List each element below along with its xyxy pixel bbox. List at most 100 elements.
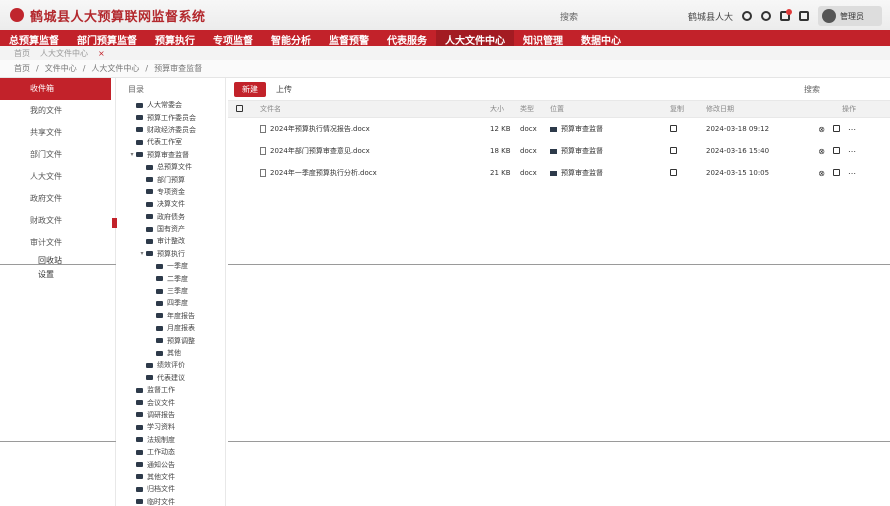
nav-item[interactable]: 数据中心 — [572, 30, 630, 47]
edit-icon[interactable] — [833, 146, 840, 154]
tree-node[interactable]: 月度报表 — [118, 322, 225, 334]
tree-node[interactable]: 其他 — [118, 347, 225, 359]
file-location-cell[interactable]: 预算审查监督 — [550, 168, 670, 178]
table-row[interactable]: 2024年一季度预算执行分析.docx 21 KB docx 预算审查监督 2024-0… — [228, 162, 890, 184]
notification-icon[interactable] — [780, 9, 792, 21]
more-icon[interactable]: ⋯ — [848, 147, 856, 156]
tree-node[interactable]: 审计整改 — [118, 235, 225, 247]
sidebar-item[interactable]: 部门文件 — [0, 144, 115, 166]
tree-node[interactable]: ▾ 预算审查监督 — [118, 149, 225, 161]
file-name-cell[interactable]: 2024年一季度预算执行分析.docx — [250, 168, 490, 178]
close-icon[interactable]: × — [98, 49, 105, 58]
nav-item[interactable]: 智能分析 — [262, 30, 320, 47]
tab-file-center[interactable]: 人大文件中心 — [40, 48, 88, 59]
settings-icon[interactable] — [761, 11, 771, 21]
col-date[interactable]: 修改日期 — [706, 104, 806, 114]
sidebar-item[interactable]: 我的文件 — [0, 100, 115, 122]
breadcrumb-item[interactable]: 首页 — [14, 63, 30, 74]
tree-node[interactable]: 四季度 — [118, 297, 225, 309]
file-location-cell[interactable]: 预算审查监督 — [550, 124, 670, 134]
tree-node[interactable]: 工作动态 — [118, 446, 225, 458]
file-location-cell[interactable]: 预算审查监督 — [550, 146, 670, 156]
file-name[interactable]: 2024年一季度预算执行分析.docx — [270, 169, 377, 177]
user-menu[interactable]: 管理员 — [818, 6, 882, 26]
tree-node[interactable]: 代表建议 — [118, 372, 225, 384]
file-name[interactable]: 2024年部门预算审查意见.docx — [270, 147, 370, 155]
tab-home[interactable]: 首页 — [14, 48, 30, 59]
nav-item[interactable]: 监督预警 — [320, 30, 378, 47]
tree-node[interactable]: 部门预算 — [118, 173, 225, 185]
tree-node[interactable]: 其他文件 — [118, 471, 225, 483]
chevron-down-icon[interactable]: ▾ — [128, 151, 136, 158]
sidebar-subitem[interactable]: 设置 — [0, 268, 115, 282]
col-type[interactable]: 类型 — [520, 104, 550, 114]
file-name-cell[interactable]: 2024年预算执行情况报告.docx — [250, 124, 490, 134]
tree-node[interactable]: 政府债务 — [118, 211, 225, 223]
tree-node[interactable]: 一季度 — [118, 260, 225, 272]
nav-item[interactable]: 知识管理 — [514, 30, 572, 47]
tree-node[interactable]: 会议文件 — [118, 396, 225, 408]
sidebar-item[interactable]: 财政文件 — [0, 210, 115, 232]
tree-node[interactable]: 总预算文件 — [118, 161, 225, 173]
breadcrumb-item[interactable]: 人大文件中心 — [91, 63, 139, 74]
nav-item[interactable]: 预算执行 — [146, 30, 204, 47]
edit-icon[interactable] — [833, 168, 840, 176]
nav-item[interactable]: 部门预算监督 — [68, 30, 146, 47]
tree-node[interactable]: 预算调整 — [118, 334, 225, 346]
tree-node[interactable]: 归档文件 — [118, 483, 225, 495]
fullscreen-icon[interactable] — [799, 11, 809, 21]
file-location[interactable]: 预算审查监督 — [561, 124, 603, 134]
file-location[interactable]: 预算审查监督 — [561, 146, 603, 156]
more-icon[interactable]: ⋯ — [848, 125, 856, 134]
tree-node[interactable]: 调研报告 — [118, 409, 225, 421]
file-location[interactable]: 预算审查监督 — [561, 168, 603, 178]
search-input[interactable]: 搜索 — [804, 84, 820, 95]
tree-node[interactable]: 绩效评价 — [118, 359, 225, 371]
nav-item[interactable]: 代表服务 — [378, 30, 436, 47]
file-name-cell[interactable]: 2024年部门预算审查意见.docx — [250, 146, 490, 156]
col-name[interactable]: 文件名 — [250, 104, 490, 114]
sidebar-item[interactable]: 审计文件 — [0, 232, 115, 254]
copy-icon[interactable] — [670, 168, 677, 176]
global-search[interactable]: 搜索 — [560, 10, 578, 23]
breadcrumb-item[interactable]: 文件中心 — [45, 63, 77, 74]
link-icon[interactable]: ⊗ — [818, 147, 825, 156]
tree-node[interactable]: 三季度 — [118, 285, 225, 297]
tree-node[interactable]: 法规制度 — [118, 434, 225, 446]
nav-item[interactable]: 人大文件中心 — [436, 30, 514, 47]
nav-item[interactable]: 总预算监督 — [0, 30, 68, 47]
tree-node[interactable]: 国有资产 — [118, 223, 225, 235]
chevron-down-icon[interactable]: ▾ — [138, 250, 146, 257]
tree-node[interactable]: 学习资料 — [118, 421, 225, 433]
more-icon[interactable]: ⋯ — [848, 169, 856, 178]
message-icon[interactable] — [742, 11, 752, 21]
link-icon[interactable]: ⊗ — [818, 125, 825, 134]
table-row[interactable]: 2024年部门预算审查意见.docx 18 KB docx 预算审查监督 2024-03… — [228, 140, 890, 162]
tree-node[interactable]: 二季度 — [118, 272, 225, 284]
col-location[interactable]: 位置 — [550, 104, 670, 114]
select-all-checkbox[interactable] — [228, 104, 250, 114]
sidebar-item[interactable]: 政府文件 — [0, 188, 115, 210]
sidebar-item[interactable]: 人大文件 — [0, 166, 115, 188]
tree-node[interactable]: 决算文件 — [118, 198, 225, 210]
nav-item[interactable]: 专项监督 — [204, 30, 262, 47]
tree-node[interactable]: 年度报告 — [118, 310, 225, 322]
collapse-handle[interactable] — [112, 218, 117, 228]
col-size[interactable]: 大小 — [490, 104, 520, 114]
tree-node[interactable]: 监督工作 — [118, 384, 225, 396]
org-label[interactable]: 鹤城县人大 — [688, 10, 733, 23]
sidebar-subitem[interactable]: 回收站 — [0, 254, 115, 268]
tree-node[interactable]: 预算工作委员会 — [118, 111, 225, 123]
tree-node[interactable]: 通知公告 — [118, 458, 225, 470]
tree-node[interactable]: 人大常委会 — [118, 99, 225, 111]
edit-icon[interactable] — [833, 124, 840, 132]
link-icon[interactable]: ⊗ — [818, 169, 825, 178]
upload-button[interactable]: 上传 — [276, 84, 292, 95]
tree-node[interactable]: 专项资金 — [118, 186, 225, 198]
breadcrumb-item[interactable]: 预算审查监督 — [154, 63, 202, 74]
file-name[interactable]: 2024年预算执行情况报告.docx — [270, 125, 370, 133]
copy-icon[interactable] — [670, 124, 677, 132]
tree-node[interactable]: ▾ 预算执行 — [118, 248, 225, 260]
table-row[interactable]: 2024年预算执行情况报告.docx 12 KB docx 预算审查监督 2024-03… — [228, 118, 890, 140]
new-button[interactable]: 新建 — [234, 81, 266, 97]
